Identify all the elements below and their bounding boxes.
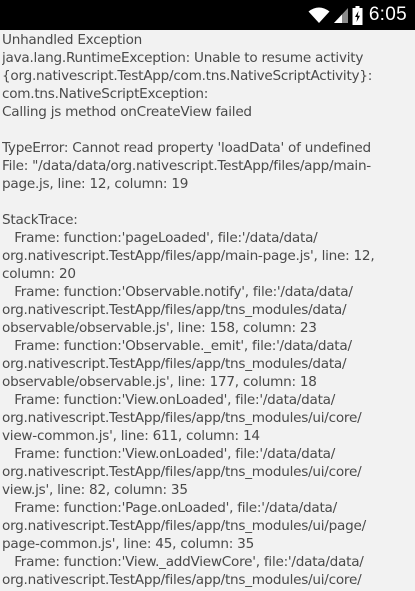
exception-line: view-common.js', line: 611, column: 14: [2, 428, 260, 444]
exception-line: {org.nativescript.TestApp/com.tns.Native…: [2, 68, 373, 84]
exception-line: com.tns.NativeScriptException:: [2, 86, 209, 102]
exception-line: TypeError: Cannot read property 'loadDat…: [2, 140, 371, 156]
wifi-icon: [308, 7, 330, 24]
exception-line: page.js, line: 12, column: 19: [2, 176, 189, 192]
status-clock: 6:05: [368, 4, 407, 25]
status-bar: 6:05: [0, 0, 415, 30]
exception-line: Frame: function:'Observable._emit', file…: [2, 338, 352, 354]
exception-line: [2, 193, 413, 211]
exception-line: File: "/data/data/org.nativescript.TestA…: [2, 158, 371, 174]
exception-line: observable/observable.js', line: 158, co…: [2, 320, 317, 336]
exception-line: page-common.js', line: 45, column: 35: [2, 536, 254, 552]
exception-line: org.nativescript.TestApp/files/app/tns_m…: [2, 302, 347, 318]
exception-line: org.nativescript.TestApp/files/app/tns_m…: [2, 518, 366, 534]
exception-line: column: 20: [2, 266, 76, 282]
status-icons: [308, 5, 363, 25]
exception-line: Frame: function:'Page.onLoaded', file:'/…: [2, 500, 337, 516]
exception-line: observable/observable.js', line: 177, co…: [2, 374, 317, 390]
exception-line: Calling js method onCreateView failed: [2, 104, 252, 120]
exception-line: view.js', line: 82, column: 35: [2, 482, 188, 498]
exception-line: java.lang.RuntimeException: Unable to re…: [2, 50, 364, 66]
exception-title: Unhandled Exception: [2, 32, 142, 48]
exception-line: org.nativescript.TestApp/files/app/tns_m…: [2, 464, 362, 480]
exception-line: org.nativescript.TestApp/files/app/tns_m…: [2, 356, 347, 372]
exception-line: org.nativescript.TestApp/files/app/tns_m…: [2, 572, 362, 588]
exception-line: [2, 121, 413, 139]
exception-report[interactable]: Unhandled Exception java.lang.RuntimeExce…: [2, 31, 413, 591]
exception-line: Frame: function:'pageLoaded', file:'/dat…: [2, 230, 318, 246]
exception-line: Frame: function:'View._addViewCore', fil…: [2, 554, 364, 570]
exception-line: org.nativescript.TestApp/files/app/main-…: [2, 248, 375, 264]
exception-line: Frame: function:'Observable.notify', fil…: [2, 284, 353, 300]
exception-line: org.nativescript.TestApp/files/app/tns_m…: [2, 410, 362, 426]
cell-signal-icon: [333, 7, 349, 24]
exception-line: StackTrace:: [2, 212, 78, 228]
battery-icon: [352, 5, 363, 25]
exception-line: Frame: function:'View.onLoaded', file:'/…: [2, 392, 336, 408]
exception-line: Frame: function:'View.onLoaded', file:'/…: [2, 446, 336, 462]
